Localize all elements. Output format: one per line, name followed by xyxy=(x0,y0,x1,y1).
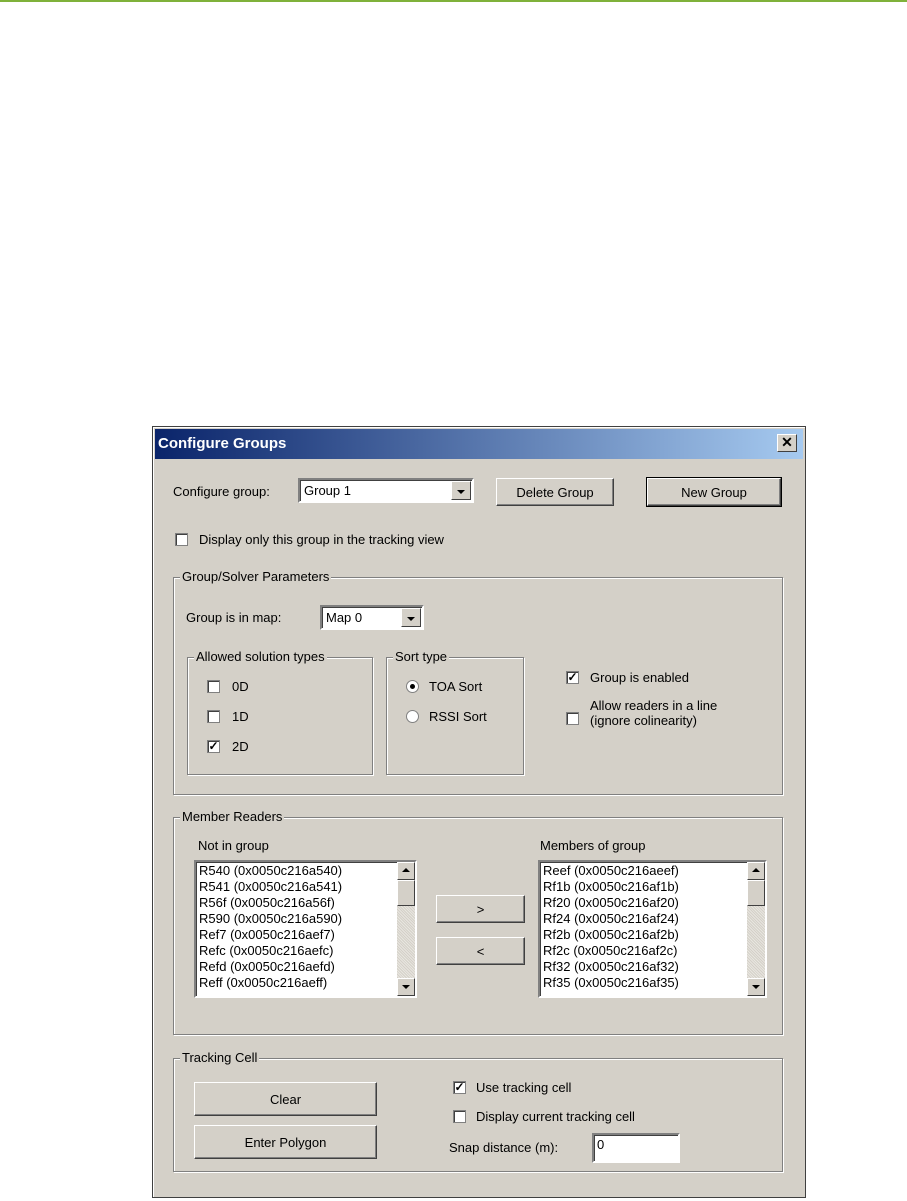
display-only-label: Display only this group in the tracking … xyxy=(199,532,444,547)
clear-button[interactable]: Clear xyxy=(194,1082,377,1116)
members-scrollbar[interactable] xyxy=(747,862,765,996)
solution-2d-label: 2D xyxy=(232,739,249,754)
solver-parameters-group: Group/Solver Parameters Group is in map:… xyxy=(173,569,783,795)
sort-type-title: Sort type xyxy=(393,649,450,664)
chevron-down-icon[interactable] xyxy=(401,608,421,627)
list-item[interactable]: Rf32 (0x0050c216af32) xyxy=(543,959,679,975)
configure-group-label: Configure group: xyxy=(173,484,270,499)
list-item[interactable]: Refd (0x0050c216aefd) xyxy=(199,959,342,975)
scroll-thumb[interactable] xyxy=(747,880,765,906)
add-to-group-button[interactable]: > xyxy=(436,895,525,923)
solution-1d-label: 1D xyxy=(232,709,249,724)
remove-from-group-button[interactable]: < xyxy=(436,937,525,965)
snap-distance-input[interactable]: 0 xyxy=(592,1133,680,1163)
scroll-down-icon[interactable] xyxy=(397,978,415,996)
map-label: Group is in map: xyxy=(186,610,282,625)
list-item[interactable]: Rf20 (0x0050c216af20) xyxy=(543,895,679,911)
solution-2d-checkbox[interactable]: ✓ xyxy=(207,740,220,753)
not-in-group-label: Not in group xyxy=(198,838,269,853)
list-item[interactable]: R56f (0x0050c216a56f) xyxy=(199,895,342,911)
chevron-down-icon[interactable] xyxy=(451,481,471,500)
colinear-label: Allow readers in a line (ignore colineari… xyxy=(590,698,718,728)
new-group-button[interactable]: New Group xyxy=(646,477,782,507)
display-only-checkbox[interactable] xyxy=(175,533,188,546)
display-tracking-cell-label: Display current tracking cell xyxy=(476,1109,635,1124)
title-bar[interactable]: Configure Groups ✕ xyxy=(155,429,803,459)
solution-0d-label: 0D xyxy=(232,679,249,694)
rssi-sort-label: RSSI Sort xyxy=(429,709,487,724)
group-select-value: Group 1 xyxy=(304,483,351,498)
map-select-value: Map 0 xyxy=(326,610,363,625)
members-of-group-items: Reef (0x0050c216aeef) Rf1b (0x0050c216af1… xyxy=(543,863,679,991)
sort-type-group: Sort type TOA Sort RSSI Sort xyxy=(386,649,524,775)
member-readers-group: Member Readers Not in group Members of g… xyxy=(173,809,783,1035)
toa-sort-label: TOA Sort xyxy=(429,679,483,694)
use-tracking-cell-label: Use tracking cell xyxy=(476,1080,572,1095)
snap-distance-value: 0 xyxy=(597,1137,605,1152)
list-item[interactable]: Reef (0x0050c216aeef) xyxy=(543,863,679,879)
scroll-thumb[interactable] xyxy=(397,880,415,906)
toa-sort-radio[interactable] xyxy=(406,680,419,693)
scroll-up-icon[interactable] xyxy=(747,862,765,880)
page-top-rule xyxy=(0,0,907,2)
solution-1d-checkbox[interactable] xyxy=(207,710,220,723)
list-item[interactable]: Reff (0x0050c216aeff) xyxy=(199,975,342,991)
colinear-checkbox[interactable] xyxy=(566,712,579,725)
not-in-group-items: R540 (0x0050c216a540) R541 (0x0050c216a54… xyxy=(199,863,342,991)
group-enabled-checkbox[interactable]: ✓ xyxy=(566,671,579,684)
list-item[interactable]: R590 (0x0050c216a590) xyxy=(199,911,342,927)
list-item[interactable]: Rf2b (0x0050c216af2b) xyxy=(543,927,679,943)
not-in-group-scrollbar[interactable] xyxy=(397,862,415,996)
solver-parameters-title: Group/Solver Parameters xyxy=(180,569,332,584)
not-in-group-list[interactable]: R540 (0x0050c216a540) R541 (0x0050c216a54… xyxy=(194,860,417,998)
display-tracking-cell-checkbox[interactable] xyxy=(453,1110,466,1123)
list-item[interactable]: Rf24 (0x0050c216af24) xyxy=(543,911,679,927)
rssi-sort-radio[interactable] xyxy=(406,710,419,723)
group-select[interactable]: Group 1 xyxy=(298,478,474,503)
list-item[interactable]: Ref7 (0x0050c216aef7) xyxy=(199,927,342,943)
group-enabled-label: Group is enabled xyxy=(590,670,690,685)
list-item[interactable]: R540 (0x0050c216a540) xyxy=(199,863,342,879)
members-of-group-label: Members of group xyxy=(540,838,646,853)
solution-0d-checkbox[interactable] xyxy=(207,680,220,693)
enter-polygon-button[interactable]: Enter Polygon xyxy=(194,1125,377,1159)
list-item[interactable]: R541 (0x0050c216a541) xyxy=(199,879,342,895)
dialog-title: Configure Groups xyxy=(158,435,287,452)
snap-distance-label: Snap distance (m): xyxy=(449,1140,559,1155)
solution-types-title: Allowed solution types xyxy=(194,649,327,664)
solution-types-group: Allowed solution types 0D 1D ✓ 2D xyxy=(187,649,373,775)
list-item[interactable]: Rf1b (0x0050c216af1b) xyxy=(543,879,679,895)
scroll-up-icon[interactable] xyxy=(397,862,415,880)
list-item[interactable]: Rf35 (0x0050c216af35) xyxy=(543,975,679,991)
close-icon[interactable]: ✕ xyxy=(777,434,797,452)
tracking-cell-title: Tracking Cell xyxy=(180,1050,260,1065)
scroll-down-icon[interactable] xyxy=(747,978,765,996)
list-item[interactable]: Refc (0x0050c216aefc) xyxy=(199,943,342,959)
members-of-group-list[interactable]: Reef (0x0050c216aeef) Rf1b (0x0050c216af1… xyxy=(538,860,767,998)
delete-group-button[interactable]: Delete Group xyxy=(496,478,614,506)
use-tracking-cell-checkbox[interactable]: ✓ xyxy=(453,1081,466,1094)
tracking-cell-group: Tracking Cell Clear Enter Polygon ✓ Use … xyxy=(173,1050,783,1172)
list-item[interactable]: Rf2c (0x0050c216af2c) xyxy=(543,943,679,959)
member-readers-title: Member Readers xyxy=(180,809,285,824)
map-select[interactable]: Map 0 xyxy=(320,605,424,630)
configure-groups-dialog: Configure Groups ✕ Configure group: Grou… xyxy=(152,426,806,1198)
